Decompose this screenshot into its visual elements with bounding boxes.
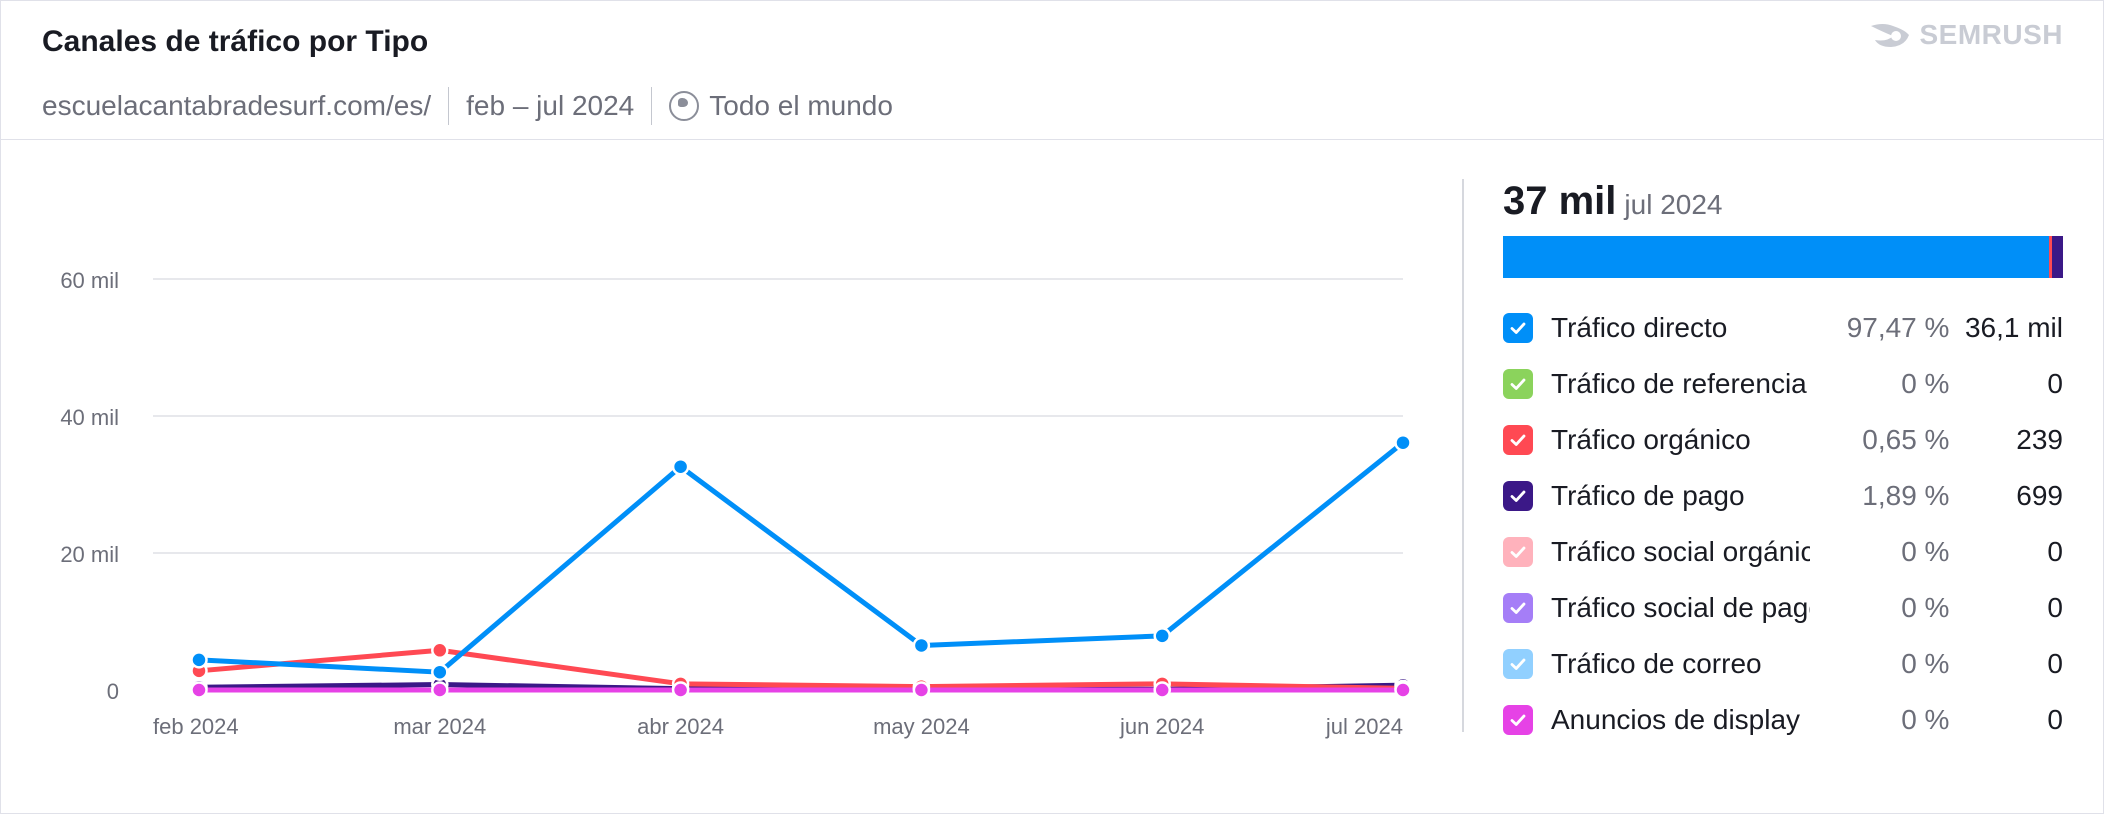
- legend-row[interactable]: Tráfico social de pago 0 % 0: [1503, 580, 2063, 636]
- period-label[interactable]: feb – jul 2024: [466, 90, 634, 122]
- legend-percent: 0,65 %: [1862, 424, 1950, 455]
- legend-percent: 1,89 %: [1862, 480, 1950, 511]
- check-icon: [1510, 602, 1526, 614]
- x-tick-label: abr 2024: [637, 714, 724, 739]
- check-icon: [1510, 322, 1526, 334]
- x-tick-label: feb 2024: [153, 714, 239, 739]
- panel-divider: [1462, 179, 1464, 732]
- legend-checkbox[interactable]: [1503, 593, 1533, 623]
- summary-period: jul 2024: [1624, 189, 1723, 220]
- check-icon: [1510, 546, 1526, 558]
- legend-label: Tráfico directo: [1551, 312, 1728, 343]
- legend-label: Tráfico de pago: [1551, 480, 1745, 511]
- y-tick-label: 20 mil: [60, 542, 119, 567]
- share-segment: [2052, 236, 2063, 278]
- data-point: [1153, 681, 1171, 699]
- filter-bar: escuelacantabradesurf.com/es/ feb – jul …: [42, 87, 893, 125]
- divider: [651, 87, 653, 125]
- legend-checkbox[interactable]: [1503, 481, 1533, 511]
- legend-checkbox[interactable]: [1503, 649, 1533, 679]
- data-point: [1394, 433, 1412, 452]
- legend-label: Tráfico social de pago: [1551, 592, 1810, 623]
- legend-row[interactable]: Tráfico directo 97,47 % 36,1 mil: [1503, 300, 2063, 356]
- data-point: [431, 641, 449, 660]
- legend-label: Tráfico social orgánico: [1551, 536, 1810, 567]
- summary-total: 37 mil: [1503, 179, 1617, 223]
- share-segment: [1503, 236, 2049, 278]
- legend-row[interactable]: Tráfico de correo 0 % 0: [1503, 636, 2063, 692]
- check-icon: [1510, 658, 1526, 670]
- domain-label[interactable]: escuelacantabradesurf.com/es/: [42, 90, 431, 122]
- legend-percent: 0 %: [1901, 536, 1950, 567]
- legend-value: 0: [2047, 368, 2063, 399]
- check-icon: [1510, 434, 1526, 446]
- legend-percent: 97,47 %: [1846, 312, 1950, 343]
- check-icon: [1510, 490, 1526, 502]
- check-icon: [1510, 378, 1526, 390]
- legend-percent: 0 %: [1901, 368, 1950, 399]
- legend-value: 0: [2047, 536, 2063, 567]
- traffic-line-chart: 0 20 mil 40 mil 60 mil feb 2024 mar 2024 abr 2…: [60, 268, 1412, 739]
- region-label[interactable]: Todo el mundo: [709, 90, 893, 122]
- legend-list: Tráfico directo 97,47 % 36,1 mil Tráfico de…: [1503, 300, 2063, 748]
- data-point: [1394, 681, 1412, 699]
- legend-percent: 0 %: [1901, 592, 1950, 623]
- x-tick-label: jul 2024: [1325, 714, 1403, 739]
- divider: [448, 87, 450, 125]
- data-point: [190, 681, 208, 699]
- legend-value: 699: [2016, 480, 2063, 511]
- y-tick-label: 40 mil: [60, 405, 119, 430]
- legend-row[interactable]: Anuncios de display 0 % 0: [1503, 692, 2063, 748]
- legend-checkbox[interactable]: [1503, 537, 1533, 567]
- legend-row[interactable]: Tráfico de pago 1,89 % 699: [1503, 468, 2063, 524]
- widget-title: Canales de tráfico por Tipo: [42, 25, 429, 58]
- data-point: [912, 681, 931, 699]
- data-point: [671, 457, 690, 476]
- legend-percent: 0 %: [1901, 648, 1950, 679]
- legend-checkbox[interactable]: [1503, 313, 1533, 343]
- legend-label: Tráfico de referencia: [1551, 368, 1807, 399]
- widget-header: Canales de tráfico por Tipo escuelacanta…: [1, 1, 2103, 140]
- data-point: [912, 636, 931, 655]
- legend-label: Tráfico orgánico: [1551, 424, 1751, 455]
- semrush-fire-icon: [1871, 24, 1910, 47]
- summary-panel: 37 mil jul 2024 Tráfico directo 97,47 % 36…: [1503, 179, 2063, 748]
- data-point: [431, 681, 449, 699]
- legend-value: 0: [2047, 704, 2063, 735]
- x-tick-label: mar 2024: [393, 714, 486, 739]
- data-point: [1153, 627, 1171, 645]
- legend-label: Tráfico de correo: [1551, 648, 1762, 679]
- legend-value: 0: [2047, 592, 2063, 623]
- check-icon: [1510, 714, 1526, 726]
- data-point: [671, 681, 690, 699]
- x-tick-label: jun 2024: [1119, 714, 1204, 739]
- y-tick-label: 0: [107, 679, 119, 704]
- legend-row[interactable]: Tráfico orgánico 0,65 % 239: [1503, 412, 2063, 468]
- share-stacked-bar: [1503, 236, 2063, 278]
- legend-percent: 0 %: [1901, 704, 1950, 735]
- legend-value: 239: [2016, 424, 2063, 455]
- brand-name: SEMRUSH: [1919, 19, 2063, 50]
- legend-label: Anuncios de display: [1551, 704, 1801, 735]
- legend-value: 36,1 mil: [1964, 312, 2063, 343]
- data-point: [431, 663, 449, 681]
- semrush-logo: SEMRUSH: [1869, 19, 2063, 51]
- legend-checkbox[interactable]: [1503, 425, 1533, 455]
- legend-row[interactable]: Tráfico social orgánico 0 % 0: [1503, 524, 2063, 580]
- y-tick-label: 60 mil: [60, 268, 119, 293]
- legend-checkbox[interactable]: [1503, 369, 1533, 399]
- legend-row[interactable]: Tráfico de referencia 0 % 0: [1503, 356, 2063, 412]
- series-line: [196, 440, 1406, 675]
- x-tick-label: may 2024: [873, 714, 970, 739]
- legend-value: 0: [2047, 648, 2063, 679]
- legend-checkbox[interactable]: [1503, 705, 1533, 735]
- summary-total-line: 37 mil jul 2024: [1503, 179, 2063, 224]
- widget-frame: Canales de tráfico por Tipo escuelacanta…: [0, 0, 2104, 814]
- data-point: [190, 651, 208, 669]
- globe-icon: [669, 91, 700, 121]
